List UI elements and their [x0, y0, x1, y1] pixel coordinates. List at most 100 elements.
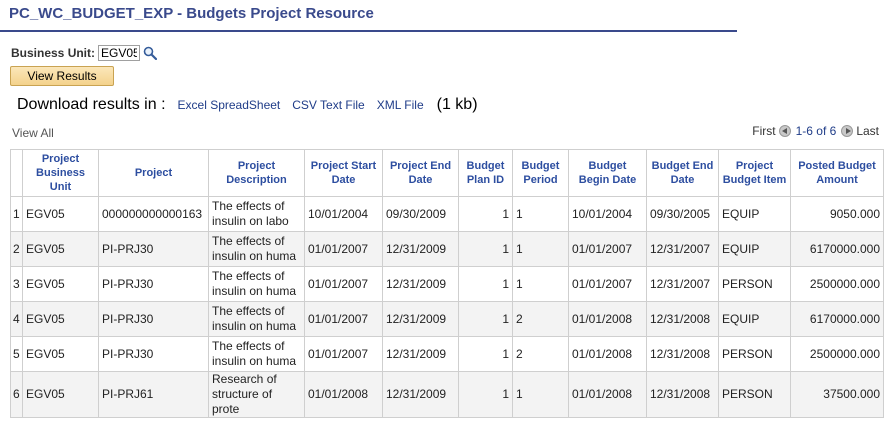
- table-cell: 1: [512, 231, 569, 267]
- table-cell: The effects of insulin on labo: [208, 196, 305, 232]
- table-cell: EGV05: [22, 301, 99, 337]
- table-cell: The effects of insulin on huma: [208, 301, 305, 337]
- table-cell: PI-PRJ30: [98, 266, 209, 302]
- view-results-button[interactable]: View Results: [10, 66, 114, 86]
- grid-navigation: First 1-6 of 6 Last: [752, 124, 879, 138]
- table-cell: EGV05: [22, 266, 99, 302]
- table-cell: The effects of insulin on huma: [208, 336, 305, 372]
- table-cell: PERSON: [718, 266, 791, 302]
- csv-download-link[interactable]: CSV Text File: [292, 98, 364, 112]
- table-cell: 1: [458, 196, 513, 232]
- table-cell: The effects of insulin on huma: [208, 231, 305, 267]
- table-row: 3 EGV05 PI-PRJ30 The effects of insulin on …: [10, 266, 884, 302]
- table-cell: 12/31/2008: [646, 301, 719, 337]
- column-header: [10, 149, 23, 197]
- table-cell: 01/01/2008: [304, 371, 383, 418]
- table-cell: 9050.000: [790, 196, 884, 232]
- page-title: PC_WC_BUDGET_EXP - Budgets Project Resou…: [9, 5, 374, 22]
- table-cell: 6170000.000: [790, 301, 884, 337]
- title-divider: [0, 30, 737, 32]
- table-cell: PI-PRJ30: [98, 336, 209, 372]
- column-header[interactable]: Budget Plan ID: [458, 149, 513, 197]
- row-number: 4: [10, 301, 23, 337]
- row-number: 5: [10, 336, 23, 372]
- previous-arrow-icon[interactable]: [778, 125, 791, 137]
- table-cell: EQUIP: [718, 231, 791, 267]
- table-cell: 1: [458, 266, 513, 302]
- table-cell: 09/30/2005: [646, 196, 719, 232]
- row-range: 1-6 of 6: [795, 124, 837, 138]
- table-row: 5 EGV05 PI-PRJ30 The effects of insulin on …: [10, 336, 884, 372]
- table-cell: PERSON: [718, 371, 791, 418]
- table-cell: 1: [458, 336, 513, 372]
- table-cell: 01/01/2007: [304, 301, 383, 337]
- table-cell: 01/01/2007: [304, 266, 383, 302]
- table-cell: 2: [512, 336, 569, 372]
- first-link[interactable]: First: [752, 124, 775, 138]
- table-row: 6 EGV05 PI-PRJ61 Research of structure of p…: [10, 371, 884, 418]
- row-number: 1: [10, 196, 23, 232]
- table-cell: 01/01/2007: [304, 231, 383, 267]
- table-cell: 12/31/2009: [382, 371, 459, 418]
- table-cell: 2500000.000: [790, 336, 884, 372]
- table-cell: 12/31/2009: [382, 301, 459, 337]
- row-number: 2: [10, 231, 23, 267]
- table-cell: 1: [512, 371, 569, 418]
- table-cell: EQUIP: [718, 196, 791, 232]
- excel-download-link[interactable]: Excel SpreadSheet: [178, 98, 281, 112]
- xml-download-link[interactable]: XML File: [377, 98, 424, 112]
- column-header[interactable]: Posted Budget Amount: [790, 149, 884, 197]
- table-cell: 2500000.000: [790, 266, 884, 302]
- table-cell: 01/01/2007: [304, 336, 383, 372]
- column-header[interactable]: Project Business Unit: [22, 149, 99, 197]
- table-cell: 12/31/2007: [646, 266, 719, 302]
- table-cell: 12/31/2008: [646, 336, 719, 372]
- business-unit-filter: Business Unit:: [11, 44, 158, 62]
- column-header[interactable]: Project Description: [208, 149, 305, 197]
- row-number: 3: [10, 266, 23, 302]
- table-row: 4 EGV05 PI-PRJ30 The effects of insulin on …: [10, 301, 884, 337]
- column-header[interactable]: Budget End Date: [646, 149, 719, 197]
- table-cell: 12/31/2008: [646, 371, 719, 418]
- business-unit-input[interactable]: [98, 45, 141, 61]
- row-number: 6: [10, 371, 23, 418]
- column-header[interactable]: Project End Date: [382, 149, 459, 197]
- table-cell: 37500.000: [790, 371, 884, 418]
- table-cell: 12/31/2009: [382, 266, 459, 302]
- table-cell: 01/01/2008: [568, 301, 647, 337]
- view-all-link[interactable]: View All: [12, 126, 54, 140]
- table-cell: 1: [458, 231, 513, 267]
- results-table: Project Business Unit Project Project Desc…: [10, 149, 884, 418]
- download-bar: Download results in : Excel SpreadSheet …: [17, 96, 478, 114]
- column-header[interactable]: Project: [98, 149, 209, 197]
- table-cell: Research of structure of prote: [208, 371, 305, 418]
- column-header[interactable]: Project Start Date: [304, 149, 383, 197]
- table-cell: PI-PRJ30: [98, 231, 209, 267]
- table-cell: PERSON: [718, 336, 791, 372]
- table-cell: EGV05: [22, 231, 99, 267]
- table-cell: EQUIP: [718, 301, 791, 337]
- download-label: Download results in :: [17, 96, 166, 113]
- table-cell: 12/31/2009: [382, 336, 459, 372]
- lookup-magnifier-icon[interactable]: [143, 46, 158, 61]
- table-cell: 1: [458, 371, 513, 418]
- table-cell: 10/01/2004: [304, 196, 383, 232]
- table-cell: 2: [512, 301, 569, 337]
- column-header[interactable]: Budget Period: [512, 149, 569, 197]
- table-cell: 01/01/2008: [568, 371, 647, 418]
- column-header[interactable]: Budget Begin Date: [568, 149, 647, 197]
- table-cell: PI-PRJ30: [98, 301, 209, 337]
- table-cell: 01/01/2007: [568, 231, 647, 267]
- next-arrow-icon[interactable]: [841, 125, 854, 137]
- table-cell: 10/01/2004: [568, 196, 647, 232]
- table-cell: PI-PRJ61: [98, 371, 209, 418]
- table-cell: 1: [458, 301, 513, 337]
- table-cell: 000000000000163: [98, 196, 209, 232]
- table-cell: 12/31/2009: [382, 231, 459, 267]
- last-link[interactable]: Last: [856, 124, 879, 138]
- column-header[interactable]: Project Budget Item: [718, 149, 791, 197]
- table-cell: The effects of insulin on huma: [208, 266, 305, 302]
- table-cell: 1: [512, 266, 569, 302]
- table-cell: 01/01/2007: [568, 266, 647, 302]
- table-row: 1 EGV05 000000000000163 The effects of insu…: [10, 196, 884, 232]
